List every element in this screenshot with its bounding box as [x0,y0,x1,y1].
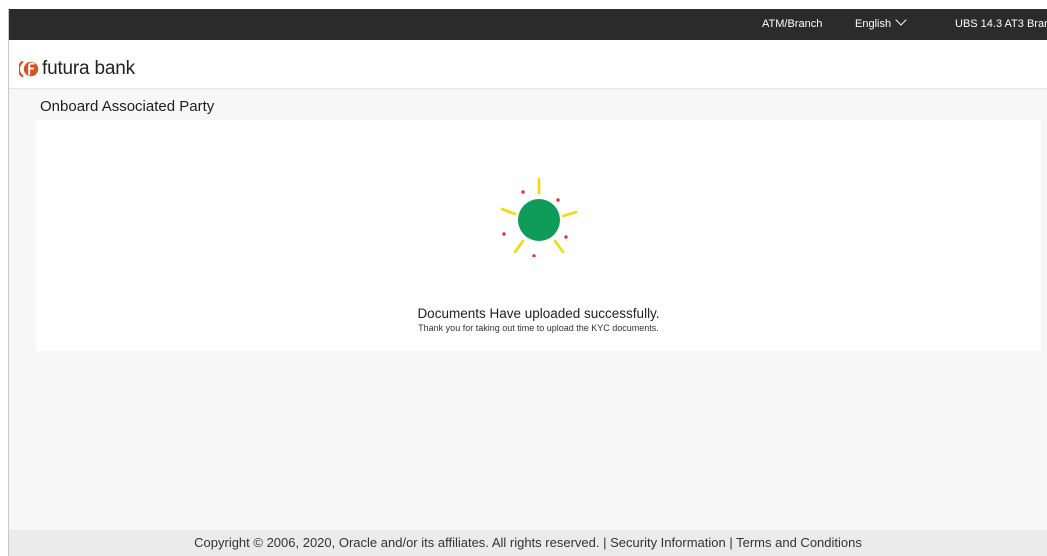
logo-text: futura bank [42,58,135,79]
footer-separator: | [603,535,607,550]
branch-selector[interactable]: UBS 14.3 AT3 Branch [955,9,1047,40]
top-bar: ATM/Branch English UBS 14.3 AT3 Branch [9,9,1047,40]
futura-bank-logo-icon [19,60,39,78]
language-label: English [855,18,892,30]
atm-branch-link[interactable]: ATM/Branch [762,9,822,40]
success-burst-icon [500,177,578,257]
terms-and-conditions-link[interactable]: Terms and Conditions [736,535,862,550]
copyright-text: Copyright © 2006, 2020, Oracle and/or it… [194,535,600,550]
footer: Copyright © 2006, 2020, Oracle and/or it… [9,530,1047,556]
chevron-down-icon [895,14,907,26]
security-information-link[interactable]: Security Information [610,535,726,550]
branch-label: UBS 14.3 AT3 Branch [955,18,1047,30]
logo[interactable]: futura bank [19,58,135,80]
success-message: Documents Have uploaded successfully. [417,306,660,321]
page-title: Onboard Associated Party [40,98,215,115]
status-card: Documents Have uploaded successfully. Th… [36,120,1041,351]
success-submessage: Thank you for taking out time to upload … [418,323,659,333]
header: futura bank [9,40,1047,89]
app-frame: ATM/Branch English UBS 14.3 AT3 Branch f… [8,9,1047,556]
language-selector[interactable]: English [855,9,907,40]
footer-separator: | [729,535,733,550]
